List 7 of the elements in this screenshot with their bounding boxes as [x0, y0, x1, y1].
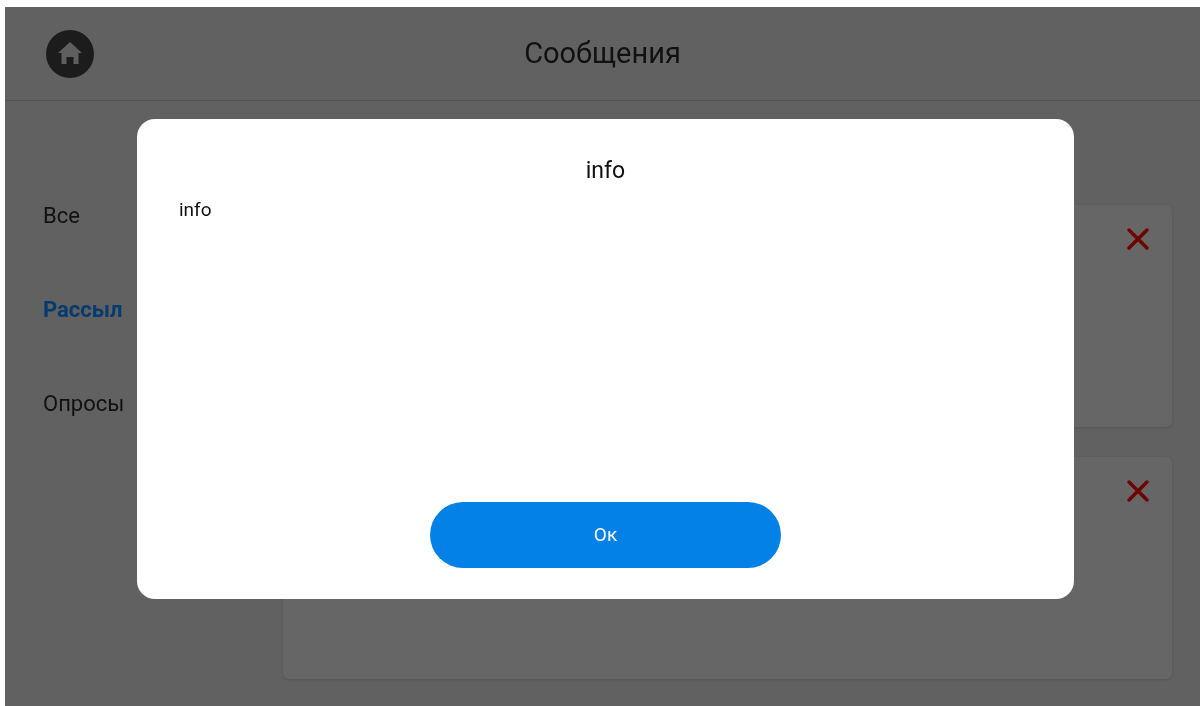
- dialog-title: info: [585, 157, 626, 185]
- dialog-message: info: [179, 199, 212, 221]
- page-title: Сообщения: [524, 34, 681, 72]
- close-icon[interactable]: [1126, 227, 1150, 251]
- home-icon[interactable]: [45, 28, 95, 79]
- close-icon[interactable]: [1126, 479, 1150, 503]
- ok-button[interactable]: Ок: [430, 502, 781, 568]
